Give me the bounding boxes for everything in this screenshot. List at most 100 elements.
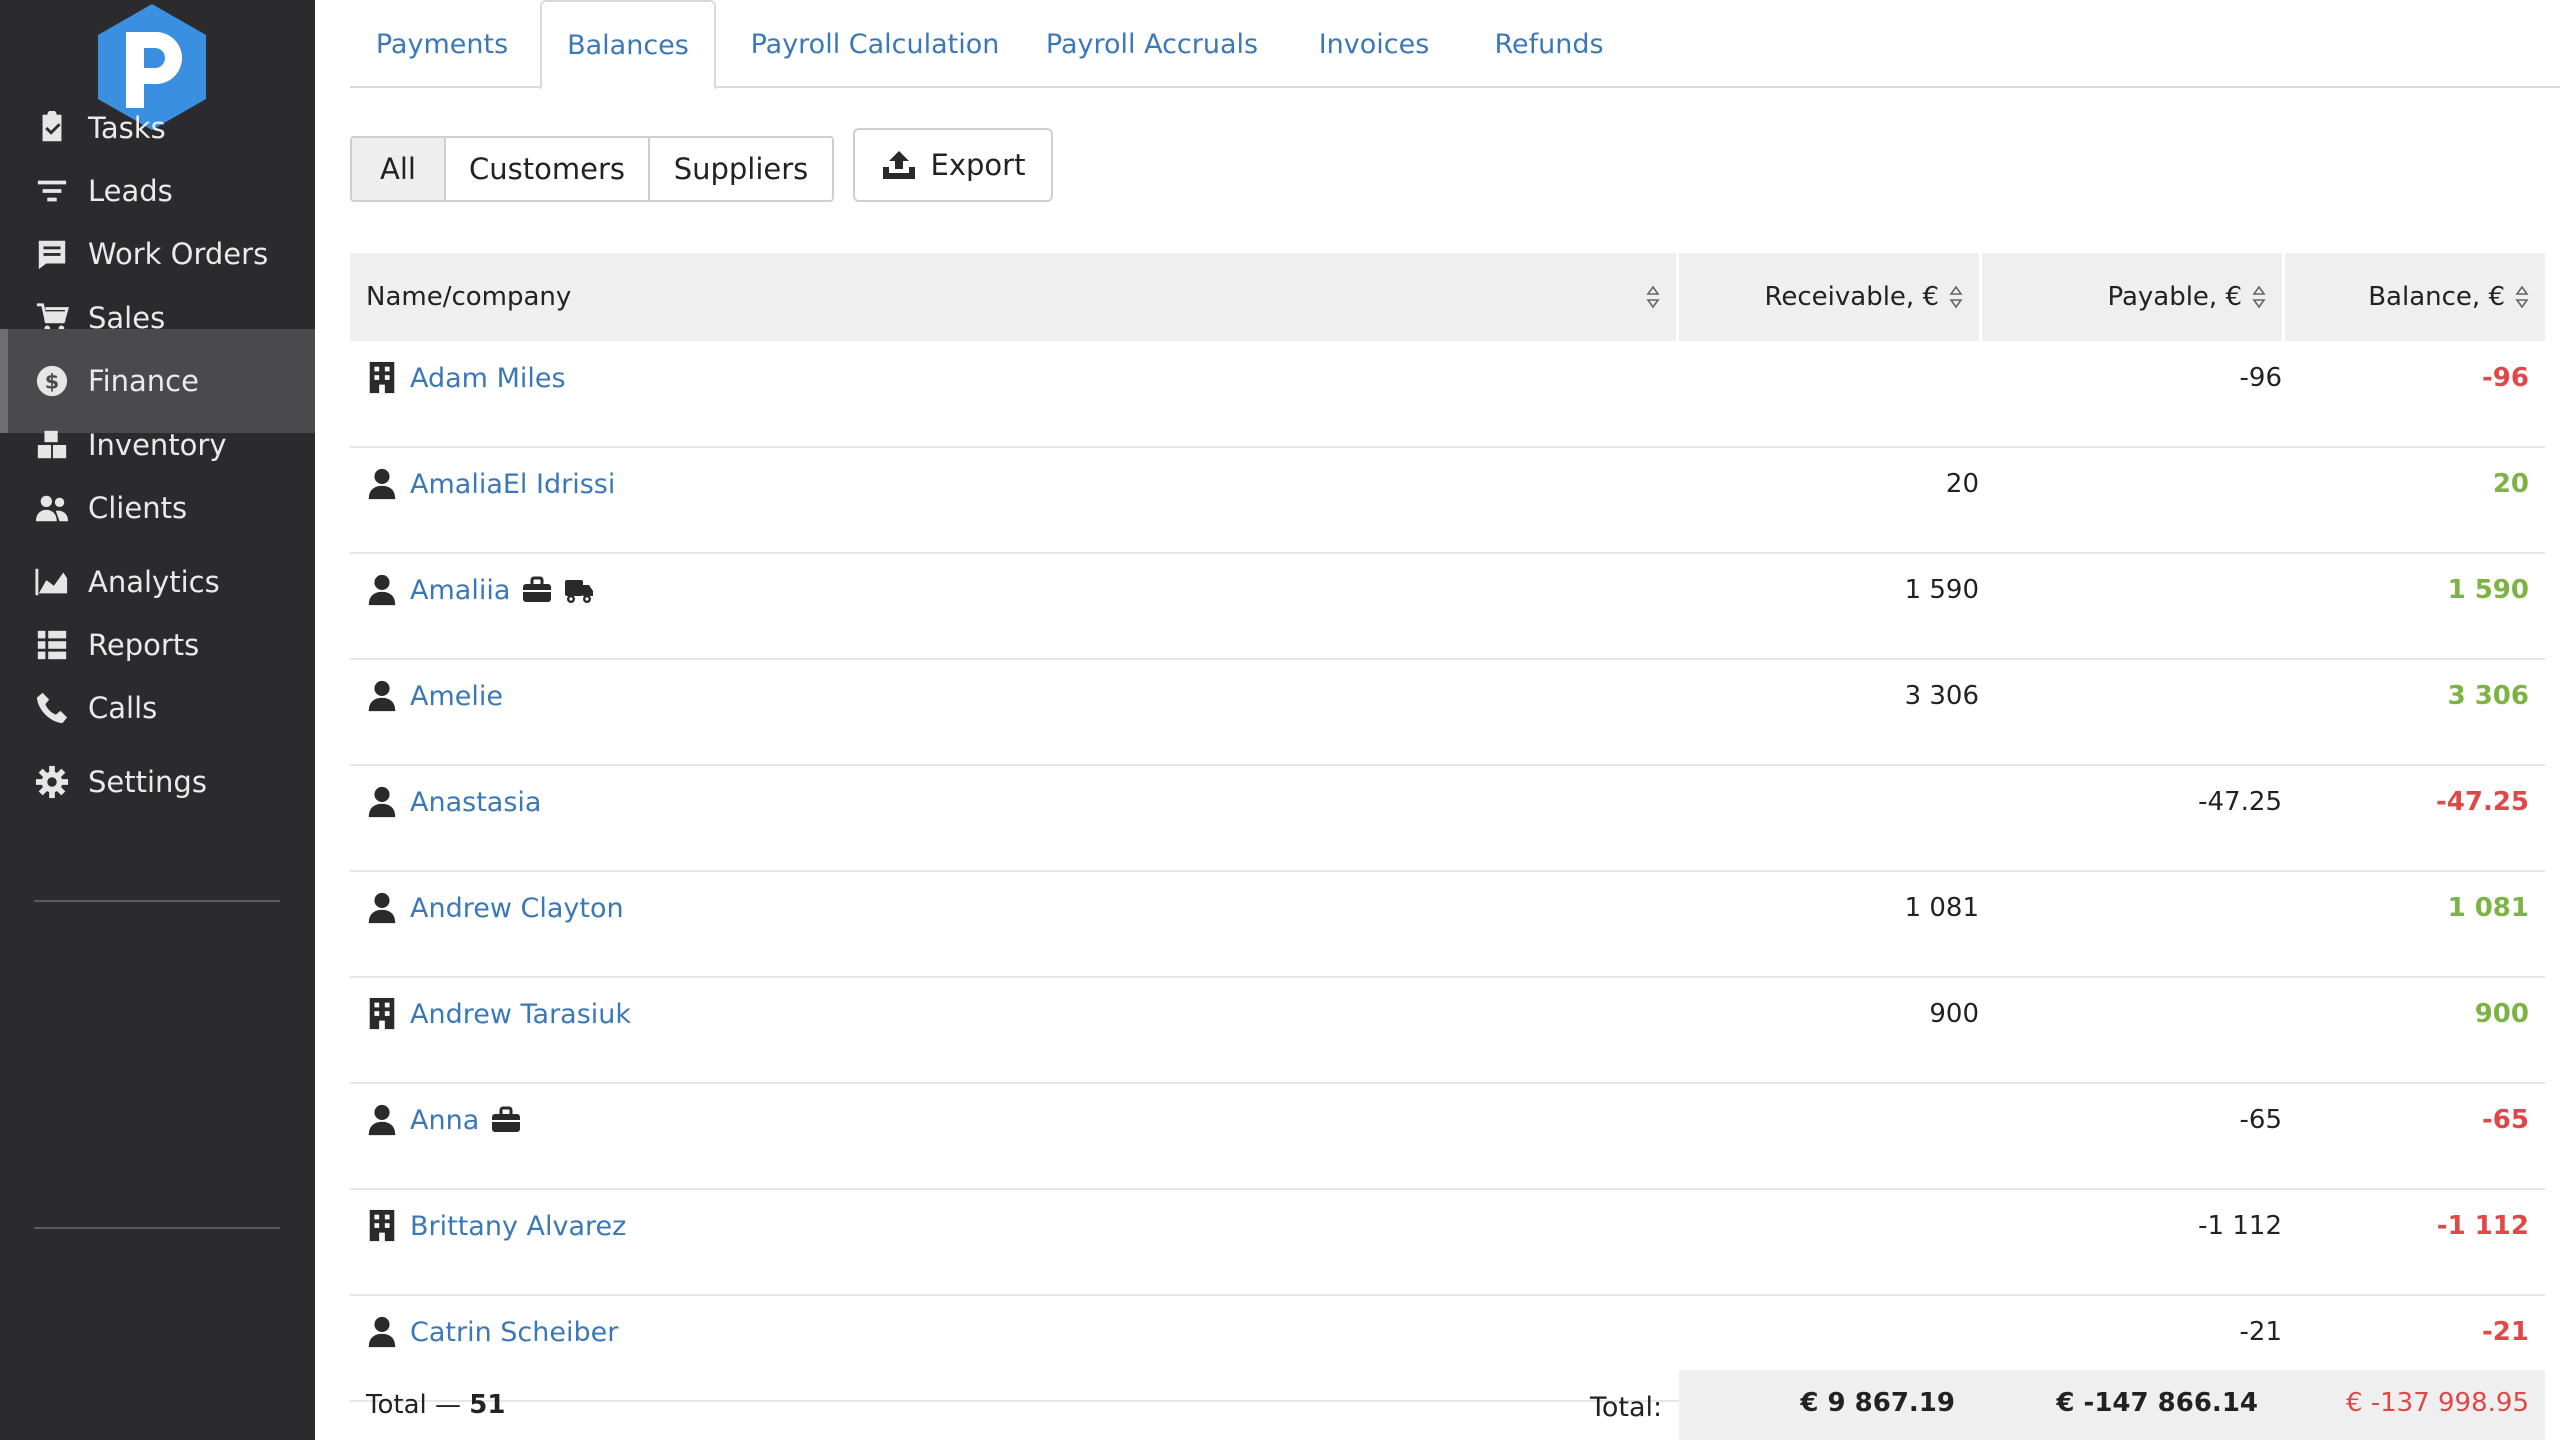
client-name-link[interactable]: Anastasia — [410, 787, 541, 818]
filter-all[interactable]: All — [350, 136, 446, 202]
svg-text:$: $ — [45, 370, 59, 394]
balance-cell: -65 — [2482, 1105, 2529, 1135]
person-icon — [366, 1315, 398, 1349]
tab-payroll-accruals[interactable]: Payroll Accruals — [1022, 0, 1282, 88]
receivable-cell: 3 306 — [1904, 681, 1979, 711]
sort-icon[interactable] — [1949, 285, 1963, 309]
sort-icon[interactable] — [1646, 285, 1660, 309]
person-icon — [366, 573, 398, 607]
sidebar-divider — [34, 1227, 280, 1229]
table-row[interactable]: Andrew Clayton 1 081 1 081 — [350, 872, 2545, 978]
client-name-link[interactable]: Catrin Scheiber — [410, 1317, 618, 1348]
table-row[interactable]: Anna -65 -65 — [350, 1084, 2545, 1190]
person-icon — [366, 891, 398, 925]
tab-invoices[interactable]: Invoices — [1298, 0, 1450, 88]
total-prefix: Total — — [366, 1390, 470, 1420]
tab-balances[interactable]: Balances — [540, 0, 716, 90]
tab-refunds[interactable]: Refunds — [1462, 0, 1636, 88]
table-row[interactable]: Adam Miles -96 -96 — [350, 342, 2545, 448]
header-receivable-label: Receivable, € — [1764, 282, 1939, 312]
header-name-label: Name/company — [366, 282, 572, 312]
person-icon — [366, 467, 398, 501]
person-icon — [366, 679, 398, 713]
client-name-link[interactable]: Adam Miles — [410, 363, 566, 394]
receivable-cell: 20 — [1945, 469, 1979, 499]
client-name-link[interactable]: Amaliia — [410, 575, 510, 606]
export-button[interactable]: Export — [853, 128, 1053, 202]
filter-suppliers[interactable]: Suppliers — [648, 136, 834, 202]
balance-cell: 3 306 — [2447, 681, 2529, 711]
header-balance-label: Balance, € — [2368, 282, 2505, 312]
client-name-link[interactable]: Anna — [410, 1105, 479, 1136]
name-cell: Andrew Tarasiuk — [366, 992, 631, 1036]
gear-icon — [34, 764, 70, 800]
client-name-link[interactable]: Andrew Tarasiuk — [410, 999, 631, 1030]
name-cell: AmaliaEl Idrissi — [366, 462, 615, 506]
header-balance[interactable]: Balance, € — [2285, 253, 2545, 341]
sort-icon[interactable] — [2252, 285, 2266, 309]
payable-cell: -96 — [2239, 363, 2282, 393]
balance-cell: 1 081 — [2447, 893, 2529, 923]
client-name-link[interactable]: Andrew Clayton — [410, 893, 624, 924]
balance-cell: 900 — [2474, 999, 2529, 1029]
client-name-link[interactable]: Brittany Alvarez — [410, 1211, 626, 1242]
client-name-link[interactable]: Amelie — [410, 681, 503, 712]
payable-cell: -1 112 — [2198, 1211, 2282, 1241]
sort-icon[interactable] — [2515, 285, 2529, 309]
total-label: Total: — [1590, 1392, 1663, 1423]
header-payable-label: Payable, € — [2107, 282, 2242, 312]
phone-icon — [34, 690, 70, 726]
table-row[interactable]: Amelie 3 306 3 306 — [350, 660, 2545, 766]
name-cell: Brittany Alvarez — [366, 1204, 626, 1248]
balance-cell: -1 112 — [2436, 1211, 2529, 1241]
payable-total: € -147 866.14 — [2056, 1388, 2258, 1418]
tab-payroll-calculation[interactable]: Payroll Calculation — [744, 0, 1006, 88]
payable-cell: -65 — [2239, 1105, 2282, 1135]
payable-cell: -47.25 — [2198, 787, 2282, 817]
export-label: Export — [930, 148, 1026, 182]
sidebar-item-settings[interactable]: Settings — [0, 730, 315, 834]
balance-cell: -21 — [2482, 1317, 2529, 1347]
truck-icon — [564, 576, 594, 604]
balance-total: € -137 998.95 — [2345, 1388, 2529, 1418]
building-icon — [366, 361, 398, 395]
sidebar-item-label: Settings — [88, 765, 207, 799]
name-cell: Andrew Clayton — [366, 886, 624, 930]
person-icon — [366, 1103, 398, 1137]
balance-cell: -96 — [2482, 363, 2529, 393]
name-cell: Adam Miles — [366, 356, 566, 400]
sidebar-divider — [34, 900, 280, 902]
sidebar: Tasks Leads Work Orders Sales $ Finance Invent… — [0, 0, 315, 1440]
sidebar-item-label: Clients — [88, 491, 188, 525]
balance-cell: 20 — [2492, 469, 2529, 499]
finance-tabs: Payments Balances Payroll Calculation Payro… — [350, 0, 2560, 90]
receivable-cell: 1 081 — [1904, 893, 1979, 923]
payable-cell: -21 — [2239, 1317, 2282, 1347]
building-icon — [366, 997, 398, 1031]
table-row[interactable]: Anastasia -47.25 -47.25 — [350, 766, 2545, 872]
table-row[interactable]: Andrew Tarasiuk 900 900 — [350, 978, 2545, 1084]
name-cell: Amelie — [366, 674, 503, 718]
receivable-cell: 900 — [1929, 999, 1979, 1029]
briefcase-icon — [522, 576, 552, 604]
balance-cell: -47.25 — [2435, 787, 2529, 817]
person-icon — [366, 785, 398, 819]
total-count-value: 51 — [469, 1390, 506, 1420]
total-count: Total — 51 — [366, 1390, 505, 1420]
header-name[interactable]: Name/company — [350, 253, 1676, 341]
header-payable[interactable]: Payable, € — [1982, 253, 2282, 341]
name-cell: Catrin Scheiber — [366, 1310, 618, 1354]
sidebar-item-label: Calls — [88, 691, 158, 725]
client-name-link[interactable]: AmaliaEl Idrissi — [410, 469, 615, 500]
upload-tray-icon — [882, 151, 915, 179]
tab-payments[interactable]: Payments — [350, 0, 534, 88]
briefcase-icon — [491, 1106, 521, 1134]
name-cell: Anna — [366, 1098, 521, 1142]
filter-customers[interactable]: Customers — [444, 136, 650, 202]
users-icon — [34, 490, 70, 526]
table-row[interactable]: Amaliia 1 590 1 590 — [350, 554, 2545, 660]
table-row[interactable]: AmaliaEl Idrissi 20 20 — [350, 448, 2545, 554]
header-receivable[interactable]: Receivable, € — [1679, 253, 1979, 341]
receivable-total: € 9 867.19 — [1800, 1388, 1955, 1418]
table-row[interactable]: Brittany Alvarez -1 112 -1 112 — [350, 1190, 2545, 1296]
